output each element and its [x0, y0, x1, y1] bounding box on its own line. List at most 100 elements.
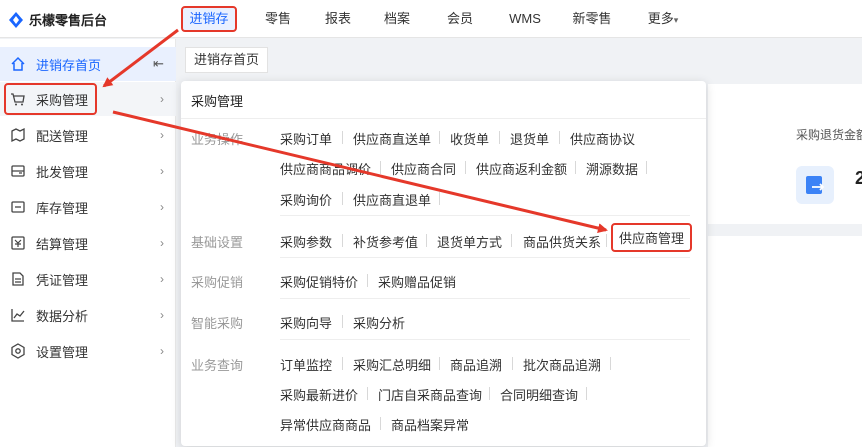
- sidebar-item-stock[interactable]: 库存管理 ›: [0, 190, 176, 224]
- sidebar-item-distribution[interactable]: 配送管理 ›: [0, 118, 176, 152]
- section-label-business-query: 业务查询: [191, 358, 244, 373]
- menu-link-order-monitor[interactable]: 订单监控: [280, 355, 332, 374]
- divider: [181, 118, 706, 119]
- menu-link-replenish-reference[interactable]: 补货参考值: [353, 232, 418, 251]
- separator: [342, 315, 343, 328]
- menu-link-batch-product-trace[interactable]: 批次商品追溯: [523, 355, 601, 374]
- menu-link-latest-purchase-price[interactable]: 采购最新进价: [280, 385, 358, 404]
- separator: [426, 234, 427, 247]
- purchase-menu-popup: 采购管理 业务操作 采购订单 供应商直送单 收货单 退货单 供应商协议 供应商商…: [181, 81, 706, 446]
- divider: [280, 257, 690, 258]
- topnav-item-new-retail[interactable]: 新零售: [566, 6, 618, 32]
- wholesale-icon: [11, 165, 25, 177]
- inventory-icon: [11, 201, 25, 213]
- background-card: [708, 84, 862, 224]
- chevron-right-icon: ›: [160, 92, 164, 106]
- menu-link-store-self-purchase-query[interactable]: 门店自采商品查询: [378, 385, 482, 404]
- topnav-more-label: 更多: [647, 11, 674, 26]
- menu-link-contract-detail-query[interactable]: 合同明细查询: [500, 385, 578, 404]
- sidebar-item-label: 结算管理: [36, 236, 89, 252]
- separator: [342, 357, 343, 370]
- separator: [380, 161, 381, 174]
- menu-link-supplier-price-adjust[interactable]: 供应商商品调价: [280, 159, 371, 178]
- sidebar-item-label: 配送管理: [36, 128, 89, 144]
- menu-link-supplier-direct-return[interactable]: 供应商直退单: [353, 190, 431, 209]
- sidebar-item-voucher[interactable]: 凭证管理 ›: [0, 262, 176, 296]
- menu-link-purchase-wizard[interactable]: 采购向导: [280, 313, 332, 332]
- separator: [342, 234, 343, 247]
- sidebar-item-settlement[interactable]: 结算管理 ›: [0, 226, 176, 260]
- menu-link-purchase-order[interactable]: 采购订单: [280, 129, 332, 148]
- menu-link-abnormal-supplier-product[interactable]: 异常供应商商品: [280, 415, 371, 434]
- menu-link-supplier-rebate[interactable]: 供应商返利金额: [476, 159, 567, 178]
- topnav-item-reports[interactable]: 报表: [318, 6, 358, 32]
- collapse-icon[interactable]: ⇤: [153, 56, 164, 72]
- sidebar-item-home[interactable]: 进销存首页 ⇤: [0, 47, 176, 81]
- menu-link-receipt[interactable]: 收货单: [450, 129, 489, 148]
- menu-link-promo-special-price[interactable]: 采购促销特价: [280, 272, 358, 291]
- sidebar-item-settings[interactable]: 设置管理 ›: [0, 334, 176, 368]
- separator: [439, 357, 440, 370]
- menu-link-product-archive-exception[interactable]: 商品档案异常: [391, 415, 469, 434]
- separator: [606, 234, 607, 247]
- brand-logo-icon: [9, 11, 23, 28]
- chevron-right-icon: ›: [160, 272, 164, 286]
- topnav-item-wms[interactable]: WMS: [502, 6, 548, 32]
- divider: [280, 215, 690, 216]
- divider: [280, 339, 690, 340]
- chevron-right-icon: ›: [160, 164, 164, 178]
- separator: [646, 161, 647, 174]
- separator: [489, 387, 490, 400]
- popup-title: 采购管理: [191, 94, 244, 109]
- topnav-item-archives[interactable]: 档案: [377, 6, 417, 32]
- sidebar-item-label: 设置管理: [36, 344, 89, 360]
- chevron-right-icon: ›: [160, 128, 164, 142]
- separator: [586, 387, 587, 400]
- sidebar-item-label: 库存管理: [36, 200, 89, 216]
- menu-link-supplier-contract[interactable]: 供应商合同: [391, 159, 456, 178]
- line-chart-icon: [11, 309, 25, 322]
- separator: [465, 161, 466, 174]
- menu-link-product-trace[interactable]: 商品追溯: [450, 355, 502, 374]
- top-navigation-bar: 乐檬零售后台 进销存 零售 报表 档案 会员 WMS 新零售 更多▾: [0, 0, 862, 38]
- brand-title: 乐檬零售后台: [29, 13, 108, 28]
- menu-link-traceability-data[interactable]: 溯源数据: [586, 159, 638, 178]
- menu-link-return-method[interactable]: 退货单方式: [437, 232, 502, 251]
- highlight-box-purchase: [4, 83, 97, 115]
- topnav-item-retail[interactable]: 零售: [258, 6, 298, 32]
- menu-link-purchase-summary[interactable]: 采购汇总明细: [353, 355, 431, 374]
- sidebar-item-label: 批发管理: [36, 164, 89, 180]
- sidebar-item-wholesale[interactable]: 批发管理 ›: [0, 154, 176, 188]
- section-label-operations: 业务操作: [191, 132, 244, 147]
- sidebar-item-label: 凭证管理: [36, 272, 89, 288]
- divider: [280, 298, 690, 299]
- background-panel: [708, 236, 862, 447]
- menu-link-purchase-inquiry[interactable]: 采购询价: [280, 190, 332, 209]
- menu-link-return-order[interactable]: 退货单: [510, 129, 549, 148]
- sidebar-item-analytics[interactable]: 数据分析 ›: [0, 298, 176, 332]
- separator: [575, 161, 576, 174]
- separator: [342, 192, 343, 205]
- brand[interactable]: 乐檬零售后台: [8, 10, 107, 29]
- menu-link-supplier-direct-delivery[interactable]: 供应商直送单: [353, 129, 431, 148]
- chevron-down-icon: ▾: [673, 15, 679, 25]
- menu-link-promo-gift[interactable]: 采购赠品促销: [378, 272, 456, 291]
- purchase-return-amount-label: 采购退货金额: [796, 128, 862, 142]
- menu-link-supplier-management[interactable]: 供应商管理: [611, 223, 693, 252]
- topnav-item-more[interactable]: 更多▾: [640, 6, 686, 32]
- chevron-right-icon: ›: [160, 236, 164, 250]
- separator: [367, 387, 368, 400]
- separator: [499, 131, 500, 144]
- separator: [342, 131, 343, 144]
- separator: [439, 192, 440, 205]
- menu-link-purchase-analysis[interactable]: 采购分析: [353, 313, 405, 332]
- menu-link-supplier-agreement[interactable]: 供应商协议: [570, 129, 635, 148]
- topnav-item-inventory[interactable]: 进销存: [181, 6, 237, 32]
- menu-link-product-supply-relation[interactable]: 商品供货关系: [523, 232, 601, 251]
- section-label-promotion: 采购促销: [191, 275, 244, 290]
- sidebar: 进销存首页 ⇤ 采购管理 › 配送管理 › 批发管理 › 库存管理 › 结算管理…: [0, 39, 176, 447]
- document-icon: [12, 272, 24, 286]
- tab-inventory-home[interactable]: 进销存首页: [185, 47, 269, 73]
- topnav-item-members[interactable]: 会员: [440, 6, 480, 32]
- menu-link-purchase-params[interactable]: 采购参数: [280, 232, 332, 251]
